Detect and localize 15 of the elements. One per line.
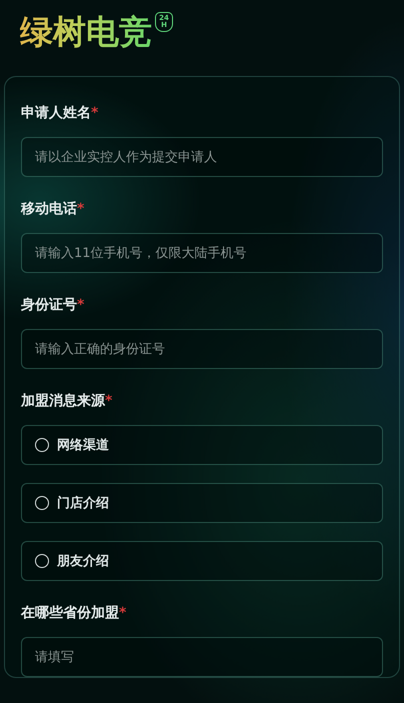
radio-icon[interactable] <box>35 438 49 452</box>
field-label: 申请人姓名* <box>21 104 100 123</box>
input-field[interactable]: 请输入11位手机号，仅限大陆手机号 <box>21 233 383 273</box>
field-label: 身份证号* <box>21 296 86 315</box>
field-label: 移动电话* <box>21 200 86 219</box>
radio-icon[interactable] <box>35 496 49 510</box>
input-field[interactable]: 请输入正确的身份证号 <box>21 329 383 369</box>
field-label: 加盟消息来源* <box>21 392 114 411</box>
radio-option[interactable]: 门店介绍 <box>21 483 383 523</box>
radio-option[interactable]: 网络渠道 <box>21 425 383 465</box>
radio-option[interactable]: 朋友介绍 <box>21 541 383 581</box>
input-field[interactable]: 请填写 <box>21 637 383 677</box>
radio-icon[interactable] <box>35 554 49 568</box>
input-field[interactable]: 请以企业实控人作为提交申请人 <box>21 137 383 177</box>
field-label: 在哪些省份加盟* <box>21 604 128 623</box>
